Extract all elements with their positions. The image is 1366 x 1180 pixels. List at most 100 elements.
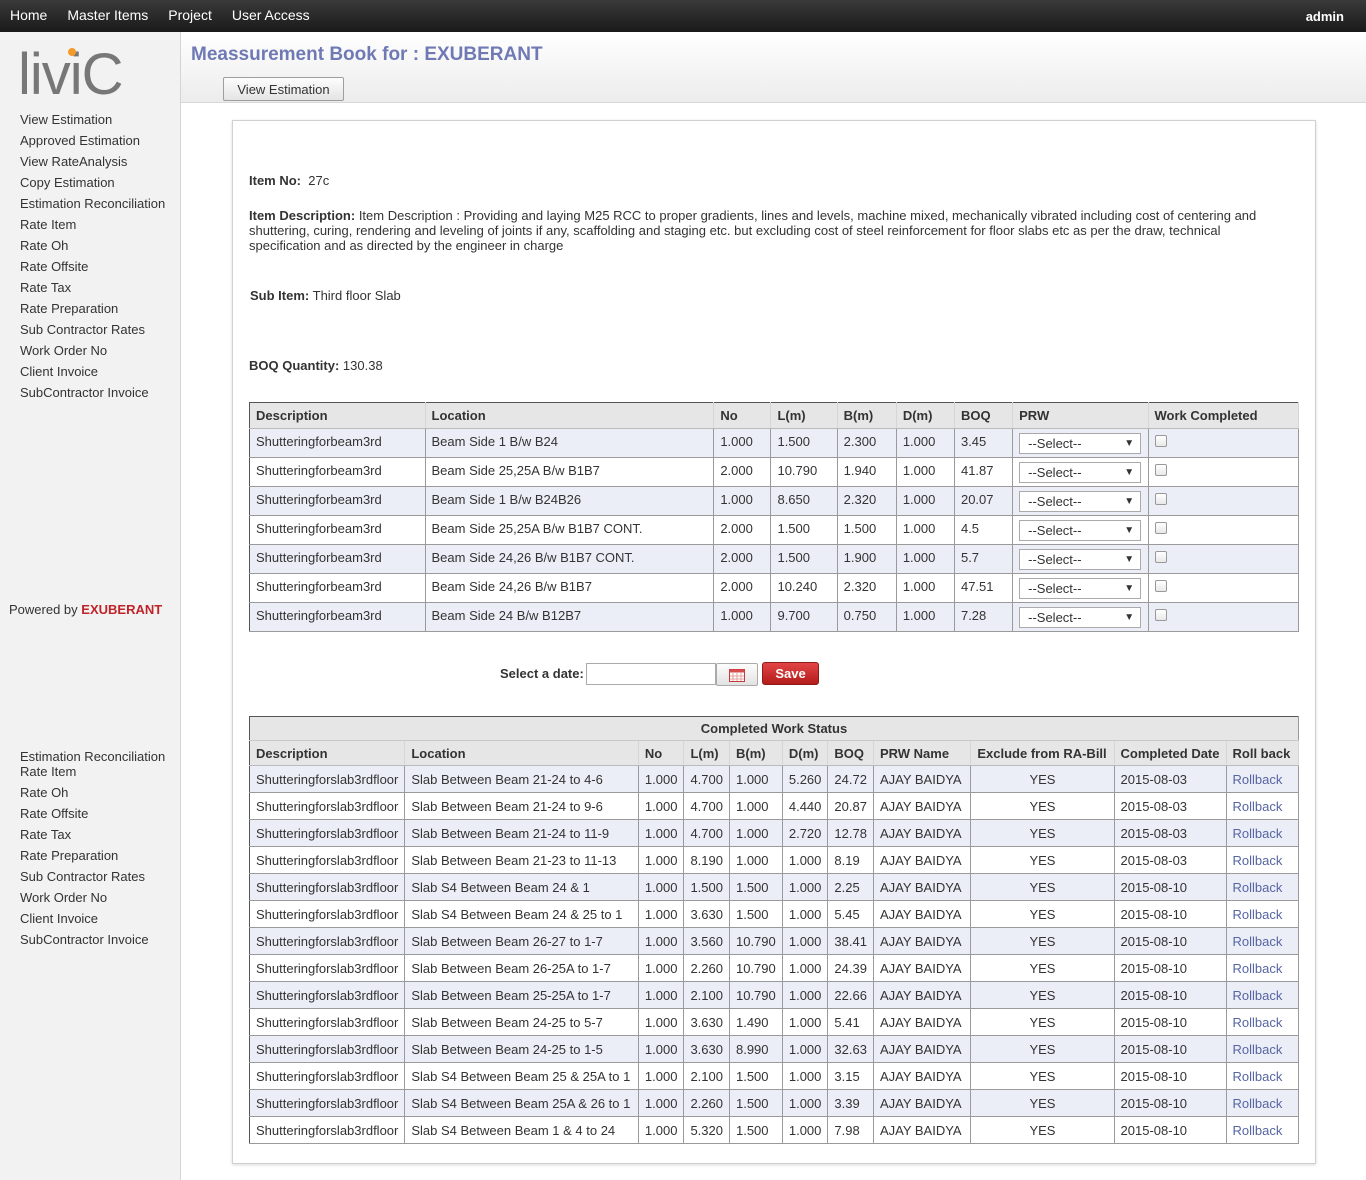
top-navbar: Home Master Items Project User Access ad… bbox=[0, 0, 1366, 32]
cell-no: 1.000 bbox=[638, 846, 685, 874]
sidebar-item-sub-contractor-rates[interactable]: Sub Contractor Rates bbox=[20, 319, 165, 340]
work-completed-checkbox[interactable] bbox=[1154, 493, 1167, 505]
rollback-link[interactable]: Rollback bbox=[1233, 961, 1283, 976]
completed-row: Shutteringforslab3rdfloor Slab Between Be… bbox=[249, 1008, 1300, 1036]
completed-work-caption-row: Completed Work Status bbox=[249, 716, 1299, 741]
cell-rollback: Rollback bbox=[1226, 765, 1300, 793]
prw-select[interactable]: --Select-- ▼ bbox=[1019, 607, 1142, 628]
sidebar-item-rate-preparation[interactable]: Rate Preparation bbox=[20, 845, 165, 866]
nav-home[interactable]: Home bbox=[0, 0, 57, 32]
cell-completed-date: 2015-08-10 bbox=[1114, 927, 1227, 955]
cell-no: 1.000 bbox=[713, 486, 772, 516]
completed-work-table: Completed Work Status Description Locatio… bbox=[249, 716, 1300, 1144]
work-completed-checkbox[interactable] bbox=[1154, 464, 1167, 476]
cell-exclude-from-ra-bill: YES bbox=[970, 927, 1115, 955]
prw-select[interactable]: --Select-- ▼ bbox=[1019, 549, 1142, 570]
calendar-button[interactable] bbox=[716, 663, 758, 686]
rollback-link[interactable]: Rollback bbox=[1233, 1123, 1283, 1138]
sidebar-item-subcontractor-invoice[interactable]: SubContractor Invoice bbox=[20, 382, 165, 403]
prw-select[interactable]: --Select-- ▼ bbox=[1019, 520, 1142, 541]
sidebar-item-rate-offsite[interactable]: Rate Offsite bbox=[20, 803, 165, 824]
sidebar-item-approved-estimation[interactable]: Approved Estimation bbox=[20, 130, 165, 151]
rollback-link[interactable]: Rollback bbox=[1233, 826, 1283, 841]
cell-boq: 5.7 bbox=[954, 544, 1014, 574]
cell-boq: 2.25 bbox=[827, 873, 874, 901]
sidebar-item-rate-oh[interactable]: Rate Oh bbox=[20, 235, 165, 256]
rollback-link[interactable]: Rollback bbox=[1233, 772, 1283, 787]
sidebar-item-rate-offsite[interactable]: Rate Offsite bbox=[20, 256, 165, 277]
cell-no: 1.000 bbox=[638, 1035, 685, 1063]
work-completed-checkbox[interactable] bbox=[1154, 551, 1167, 563]
cell-completed-date: 2015-08-10 bbox=[1114, 1089, 1227, 1117]
sidebar-item-rate-tax[interactable]: Rate Tax bbox=[20, 824, 165, 845]
sidebar-item-work-order-no[interactable]: Work Order No bbox=[20, 340, 165, 361]
rollback-link[interactable]: Rollback bbox=[1233, 1069, 1283, 1084]
rollback-link[interactable]: Rollback bbox=[1233, 799, 1283, 814]
boq-quantity-field: BOQ Quantity: 130.38 bbox=[249, 358, 383, 373]
prw-select[interactable]: --Select-- ▼ bbox=[1019, 491, 1142, 512]
work-completed-checkbox[interactable] bbox=[1154, 580, 1167, 592]
prw-select[interactable]: --Select-- ▼ bbox=[1019, 578, 1142, 599]
cell-prw-name: AJAY BAIDYA bbox=[873, 1062, 972, 1090]
cell-boq: 20.87 bbox=[827, 792, 874, 820]
nav-project[interactable]: Project bbox=[158, 0, 222, 32]
sidebar-item-rate-item[interactable]: Rate Item bbox=[20, 214, 165, 235]
rollback-link[interactable]: Rollback bbox=[1233, 988, 1283, 1003]
cell-work-completed bbox=[1148, 544, 1299, 574]
sidebar-item-estimation-reconciliation[interactable]: Estimation Reconciliation bbox=[20, 751, 165, 761]
cell-rollback: Rollback bbox=[1226, 1089, 1300, 1117]
rollback-link[interactable]: Rollback bbox=[1233, 853, 1283, 868]
user-name[interactable]: admin bbox=[1306, 0, 1344, 34]
save-button[interactable]: Save bbox=[762, 662, 819, 685]
nav-master-items[interactable]: Master Items bbox=[57, 0, 158, 32]
sidebar-item-client-invoice[interactable]: Client Invoice bbox=[20, 908, 165, 929]
rollback-link[interactable]: Rollback bbox=[1233, 934, 1283, 949]
sidebar-item-estimation-reconciliation[interactable]: Estimation Reconciliation bbox=[20, 193, 165, 214]
cell-depth: 1.000 bbox=[782, 1062, 829, 1090]
work-completed-checkbox[interactable] bbox=[1154, 435, 1167, 447]
sidebar-item-client-invoice[interactable]: Client Invoice bbox=[20, 361, 165, 382]
sidebar-item-copy-estimation[interactable]: Copy Estimation bbox=[20, 172, 165, 193]
sidebar-item-view-rateanalysis[interactable]: View RateAnalysis bbox=[20, 151, 165, 172]
work-completed-checkbox[interactable] bbox=[1154, 522, 1167, 534]
dropdown-arrow-icon: ▼ bbox=[1124, 583, 1135, 594]
cell-rollback: Rollback bbox=[1226, 1035, 1300, 1063]
cell-exclude-from-ra-bill: YES bbox=[970, 954, 1115, 982]
rollback-link[interactable]: Rollback bbox=[1233, 880, 1283, 895]
sidebar-item-rate-item[interactable]: Rate Item bbox=[20, 761, 165, 782]
view-estimation-button[interactable]: View Estimation bbox=[223, 77, 344, 101]
dropdown-arrow-icon: ▼ bbox=[1124, 496, 1135, 507]
col-header-boq: BOQ bbox=[954, 402, 1014, 429]
sidebar-item-sub-contractor-rates[interactable]: Sub Contractor Rates bbox=[20, 866, 165, 887]
cell-length: 8.190 bbox=[683, 846, 730, 874]
sidebar-item-rate-preparation[interactable]: Rate Preparation bbox=[20, 298, 165, 319]
date-input[interactable] bbox=[586, 663, 716, 685]
cell-description: Shutteringforbeam3rd bbox=[249, 573, 426, 603]
col-header-no: No bbox=[713, 402, 772, 429]
item-no-field: Item No: 27c bbox=[249, 173, 329, 188]
rollback-link[interactable]: Rollback bbox=[1233, 1042, 1283, 1057]
cell-boq: 3.45 bbox=[954, 428, 1014, 458]
cell-breadth: 1.000 bbox=[729, 792, 783, 820]
prw-select[interactable]: --Select-- ▼ bbox=[1019, 433, 1142, 454]
col-header-work-completed: Work Completed bbox=[1148, 402, 1299, 429]
rollback-link[interactable]: Rollback bbox=[1233, 1015, 1283, 1030]
sidebar-item-work-order-no[interactable]: Work Order No bbox=[20, 887, 165, 908]
work-completed-checkbox[interactable] bbox=[1154, 609, 1167, 621]
measurement-row: Shutteringforbeam3rd Beam Side 25,25A B/w… bbox=[249, 457, 1299, 487]
prw-select[interactable]: --Select-- ▼ bbox=[1019, 462, 1142, 483]
item-description-value: Item Description : Providing and laying … bbox=[249, 208, 1257, 253]
col-header-description: Description bbox=[249, 740, 406, 766]
sidebar-item-rate-oh[interactable]: Rate Oh bbox=[20, 782, 165, 803]
cell-boq: 5.45 bbox=[827, 900, 874, 928]
cell-breadth: 2.320 bbox=[837, 573, 897, 603]
rollback-link[interactable]: Rollback bbox=[1233, 1096, 1283, 1111]
sidebar-item-rate-tax[interactable]: Rate Tax bbox=[20, 277, 165, 298]
cell-location: Slab Between Beam 26-25A to 1-7 bbox=[404, 954, 639, 982]
cell-length: 4.700 bbox=[683, 765, 730, 793]
nav-user-access[interactable]: User Access bbox=[222, 0, 320, 32]
sidebar-item-subcontractor-invoice[interactable]: SubContractor Invoice bbox=[20, 929, 165, 950]
rollback-link[interactable]: Rollback bbox=[1233, 907, 1283, 922]
sidebar-item-view-estimation[interactable]: View Estimation bbox=[20, 109, 165, 130]
cell-rollback: Rollback bbox=[1226, 1116, 1300, 1144]
